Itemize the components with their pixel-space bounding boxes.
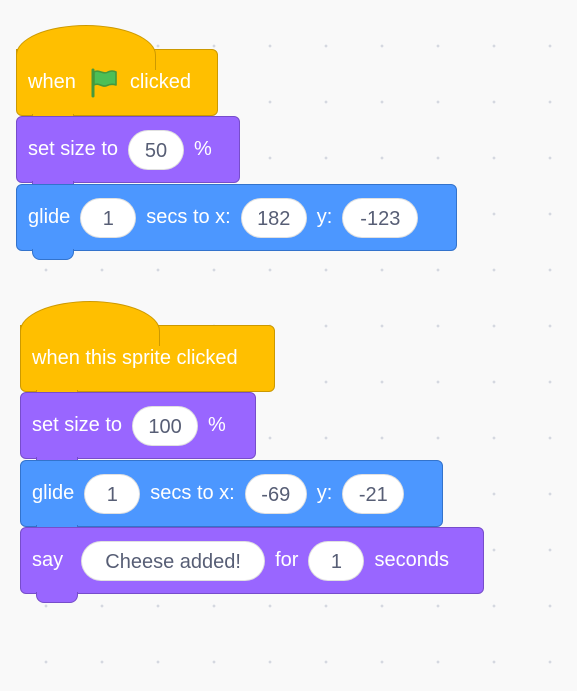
set-size-label: set size to — [32, 414, 123, 436]
set-size-label: set size to — [28, 138, 119, 160]
glide-block[interactable]: glide 1 secs to x: 182 y: -123 — [16, 184, 457, 260]
say-message-input[interactable]: Cheese added! — [81, 540, 266, 581]
when-sprite-clicked-block[interactable]: when this sprite clicked — [20, 301, 275, 401]
green-flag-icon — [91, 68, 117, 97]
glide-block[interactable]: glide 1 secs to x: -69 y: -21 — [20, 460, 443, 536]
secs-to-x-label: secs to x: — [150, 482, 235, 504]
hat-cap — [20, 301, 160, 346]
y-label: y: — [316, 206, 333, 228]
say-secs-input[interactable]: 1 — [308, 540, 365, 581]
percent-label: % — [194, 138, 212, 160]
say-label: say — [32, 549, 64, 571]
percent-label: % — [208, 414, 226, 436]
hat-clicked-label: clicked — [129, 71, 191, 93]
hat-when-label: when — [28, 71, 76, 93]
glide-secs-input[interactable]: 1 — [84, 473, 141, 514]
glide-x-input[interactable]: -69 — [244, 473, 307, 514]
y-label: y: — [316, 482, 333, 504]
glide-secs-input[interactable]: 1 — [80, 197, 137, 238]
set-size-block[interactable]: set size to 50 % — [16, 116, 240, 192]
seconds-label: seconds — [374, 549, 449, 571]
say-for-seconds-block[interactable]: say Cheese added! for 1 seconds — [20, 527, 484, 603]
hat-label: when this sprite clicked — [32, 347, 238, 369]
glide-label: glide — [28, 206, 71, 228]
when-flag-clicked-block[interactable]: when clicked — [16, 25, 218, 125]
glide-y-input[interactable]: -123 — [342, 197, 419, 238]
block-notch — [32, 249, 74, 260]
set-size-block[interactable]: set size to 100 % — [20, 392, 256, 468]
hat-cap — [16, 25, 156, 70]
size-value-input[interactable]: 50 — [128, 129, 185, 170]
glide-label: glide — [32, 482, 75, 504]
glide-y-input[interactable]: -21 — [342, 473, 405, 514]
for-label: for — [275, 549, 299, 571]
size-value-input[interactable]: 100 — [132, 405, 199, 446]
secs-to-x-label: secs to x: — [146, 206, 231, 228]
glide-x-input[interactable]: 182 — [240, 197, 307, 238]
block-notch — [36, 592, 78, 603]
